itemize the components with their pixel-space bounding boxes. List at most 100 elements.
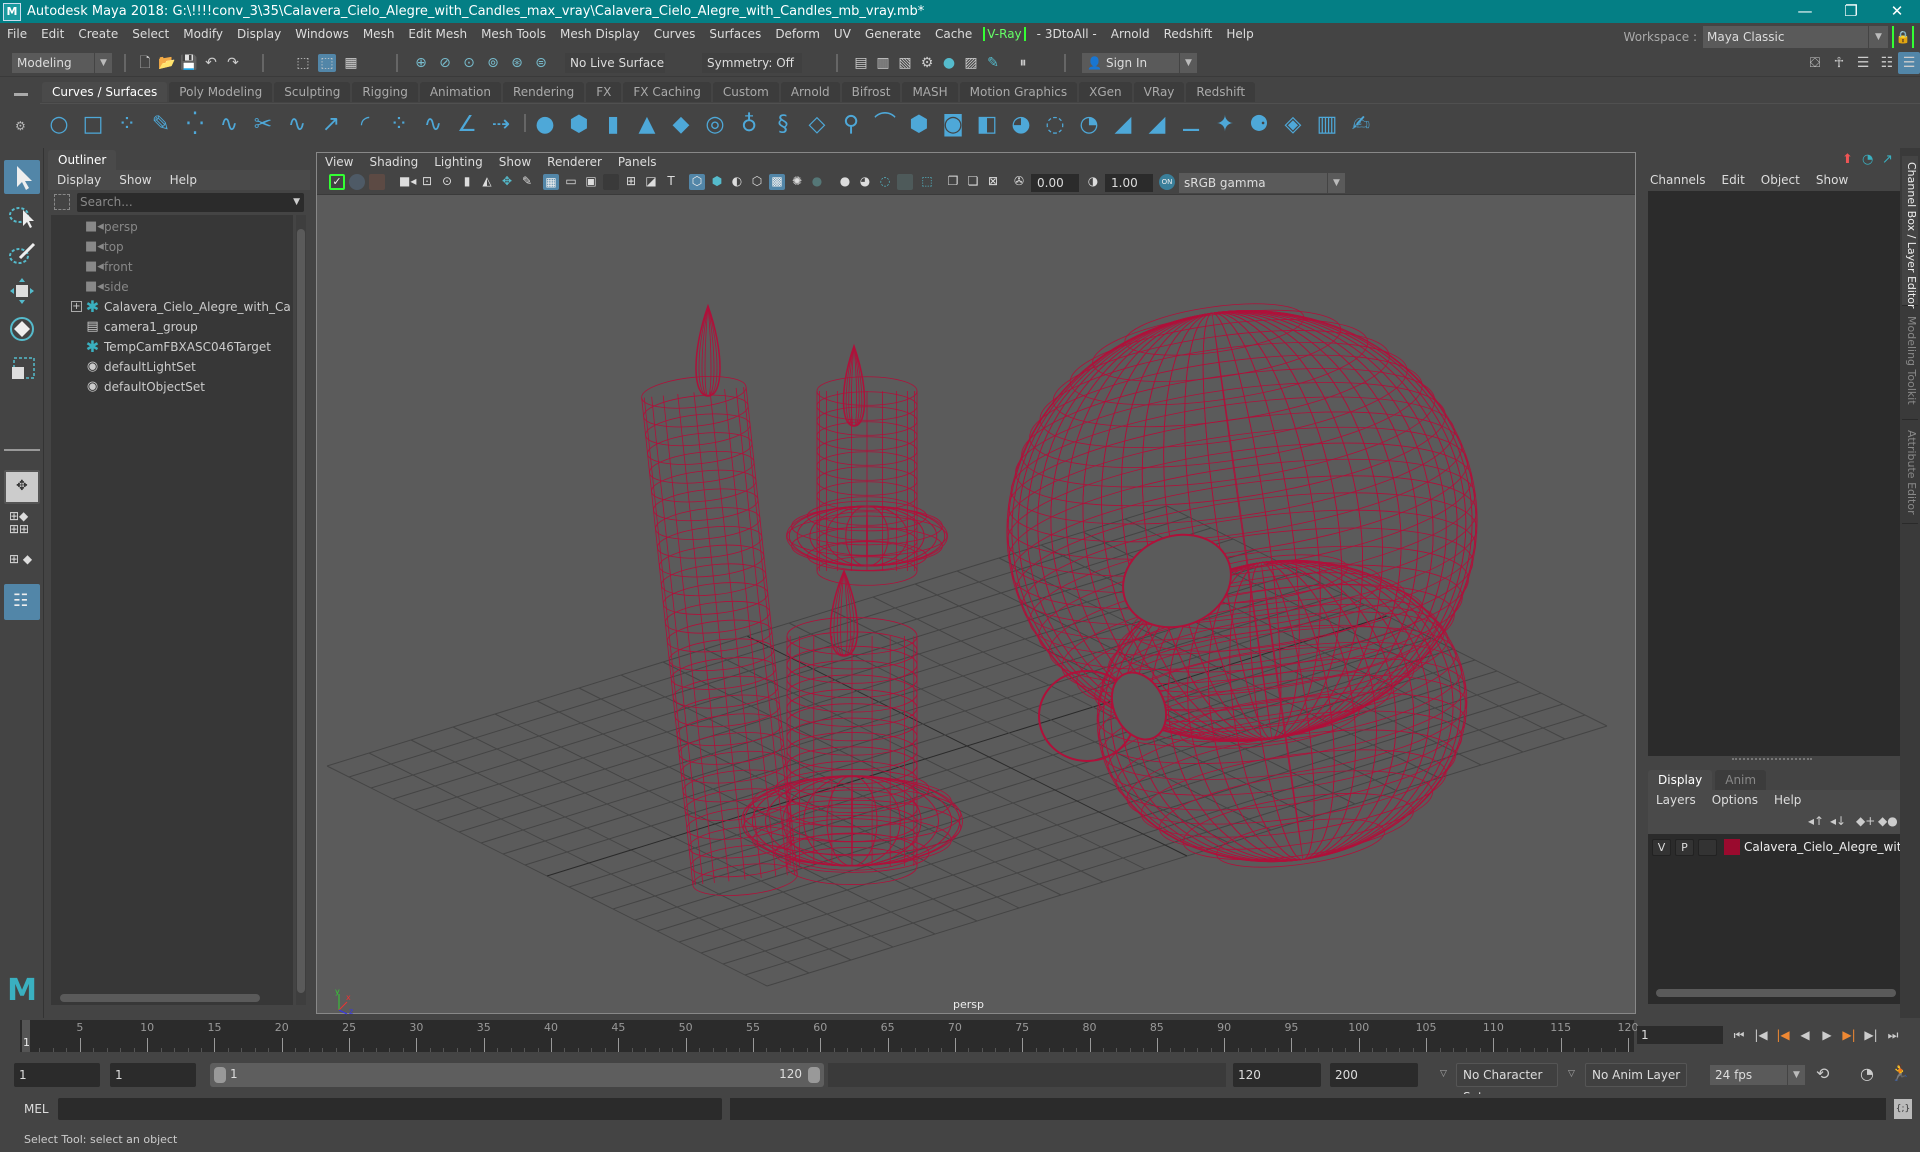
render-view-icon[interactable]: ▨ [962,54,980,72]
camera-attributes-icon[interactable]: ⊙ [439,174,455,190]
outliner-item-tempcam-target[interactable]: ✱ TempCamFBXASC046Target [51,337,291,357]
square-surface-icon[interactable]: ◧ [974,112,1000,138]
depth-of-field-icon[interactable] [897,174,913,190]
outliner-item-top[interactable]: ■◂ top [51,237,291,257]
shelf-tab-vray[interactable]: VRay [1133,82,1185,102]
menu-modify[interactable]: Modify [176,27,230,41]
wireframe-on-shaded-icon[interactable]: ⬡ [749,174,765,190]
outliner-layout-button[interactable]: ☷ [4,584,40,620]
mode-dropdown[interactable]: Modeling ▼ [12,53,112,73]
menu-mesh-display[interactable]: Mesh Display [553,27,647,41]
shelf-tab-arnold[interactable]: Arnold [780,82,840,102]
boundary-icon[interactable]: ◕ [1008,112,1034,138]
layer-visibility-toggle[interactable]: V [1652,839,1671,856]
menu-vray[interactable]: V-Ray [983,27,1026,41]
2d-pan-zoom-icon[interactable]: ✥ [499,174,515,190]
move-tool-button[interactable] [4,274,40,308]
sign-in-button[interactable]: 👤 Sign In ▼ [1082,53,1197,73]
channel-box-menu-show[interactable]: Show [1808,173,1856,187]
modeling-toolkit-icon[interactable]: ⛋ [1806,54,1824,72]
attribute-editor-icon[interactable]: ☰ [1854,54,1872,72]
four-pane-layout-button[interactable]: ⊞◆ ⊞⊞ [4,508,40,538]
render-sequence-icon[interactable]: ▥ [874,54,892,72]
menu-cache[interactable]: Cache [928,27,979,41]
outliner-tab[interactable]: Outliner [48,150,117,170]
save-scene-icon[interactable]: 💾 [180,54,198,72]
exposure-icon[interactable]: ✇ [1011,174,1027,190]
menu-display[interactable]: Display [230,27,288,41]
pause-icon[interactable]: ⏸ [1014,54,1032,72]
render-settings-icon[interactable]: ⚙ [918,54,936,72]
gate-mask-icon[interactable] [603,174,619,190]
side-tab-modeling-toolkit[interactable]: Modeling Toolkit [1902,310,1918,420]
viewport-menu-show[interactable]: Show [491,155,539,169]
auto-key-icon[interactable]: ◔ [1860,1064,1874,1083]
outliner-menu-help[interactable]: Help [161,173,206,187]
snap-surface-icon[interactable]: ⊛ [508,54,526,72]
new-scene-icon[interactable]: 🗋 [136,54,154,72]
new-empty-layer-icon[interactable]: ◆+ [1856,814,1875,828]
xray-components-icon[interactable]: ⊠ [985,174,1001,190]
menu-surfaces[interactable]: Surfaces [702,27,768,41]
anti-aliasing-icon[interactable]: ◌ [877,174,893,190]
layer-color-swatch[interactable] [1724,839,1740,855]
shelf-tab-fx[interactable]: FX [586,82,622,102]
viewport-canvas[interactable]: y x z persp [317,196,1635,1016]
symmetry-dropdown[interactable]: Symmetry: Off [702,53,802,73]
menu-curves[interactable]: Curves [647,27,703,41]
bookmark-icon[interactable]: ▮ [459,174,475,190]
intersect-icon[interactable]: ◢ [1110,112,1136,138]
wireframe-icon[interactable]: ⬡ [689,174,705,190]
anim-layer-dropdown[interactable]: No Anim Layer [1585,1063,1687,1087]
channel-box-menu-object[interactable]: Object [1753,173,1808,187]
use-lights-icon[interactable]: ✺ [789,174,805,190]
textured-icon[interactable]: ▩ [769,174,785,190]
shelf-settings-icon[interactable]: ⚙ [15,119,26,133]
motion-blur-icon[interactable]: ◕ [857,174,873,190]
screen-space-ao-icon[interactable]: ● [837,174,853,190]
layer-tab-display[interactable]: Display [1648,770,1713,790]
lock-camera-icon[interactable]: ⊡ [419,174,435,190]
step-back-frame-button[interactable]: |◀ [1774,1026,1792,1044]
attach-surface-icon[interactable]: ⚈ [1246,112,1272,138]
shelf-tab-redshift[interactable]: Redshift [1186,82,1256,102]
select-component-icon[interactable]: ▦ [342,54,360,72]
orient-icon[interactable]: ◔ [1862,152,1873,167]
chevron-down-icon[interactable]: ▽ [1568,1069,1575,1079]
menu-redshift[interactable]: Redshift [1157,27,1220,41]
select-tool-button[interactable] [4,160,40,194]
step-back-key-button[interactable]: |◀ [1752,1026,1770,1044]
project-curve-icon[interactable]: ◔ [1076,112,1102,138]
outliner-vertical-scrollbar[interactable] [296,215,306,1005]
range-start-handle[interactable] [214,1067,226,1083]
ep-curve-icon[interactable]: ⁛ [182,112,208,138]
tool-settings-icon[interactable]: ☷ [1878,54,1896,72]
exposure-field[interactable]: 0.00 [1031,174,1079,192]
side-tab-attribute-editor[interactable]: Attribute Editor [1902,424,1918,524]
grid-icon[interactable]: ▦ [543,174,559,190]
gamma-icon[interactable]: ◑ [1085,174,1101,190]
curve-point-icon[interactable]: ∿ [284,112,310,138]
nurbs-cylinder-icon[interactable]: ▮ [600,112,626,138]
shelf-tab-custom[interactable]: Custom [712,82,779,102]
channel-box-menu-channels[interactable]: Channels [1642,173,1714,187]
layer-menu-help[interactable]: Help [1766,793,1809,807]
layer-menu-layers[interactable]: Layers [1648,793,1704,807]
arc-icon[interactable]: ◜ [352,112,378,138]
layer-playback-toggle[interactable]: P [1675,839,1694,856]
animation-end-field[interactable]: 200 [1330,1063,1418,1087]
maximize-button[interactable]: ❐ [1828,0,1874,23]
menu-create[interactable]: Create [71,27,125,41]
expand-icon[interactable]: + [71,301,82,312]
shelf-tab-fx-caching[interactable]: FX Caching [623,82,711,102]
move-layer-up-icon[interactable]: ◂↑ [1808,814,1824,828]
script-language-toggle[interactable]: MEL [24,1102,49,1116]
scale-tool-button[interactable] [4,350,40,384]
outliner-item-calavera[interactable]: +✱Calavera_Cielo_Alegre_with_Candles_ [51,297,291,317]
image-plane-icon[interactable]: ◭ [479,174,495,190]
reverse-curve-icon[interactable]: ∿ [420,112,446,138]
trim-icon[interactable]: ◙ [940,112,966,138]
script-editor-icon[interactable]: {;} [1894,1099,1912,1119]
layer-menu-options[interactable]: Options [1704,793,1766,807]
close-button[interactable]: ✕ [1874,0,1920,23]
